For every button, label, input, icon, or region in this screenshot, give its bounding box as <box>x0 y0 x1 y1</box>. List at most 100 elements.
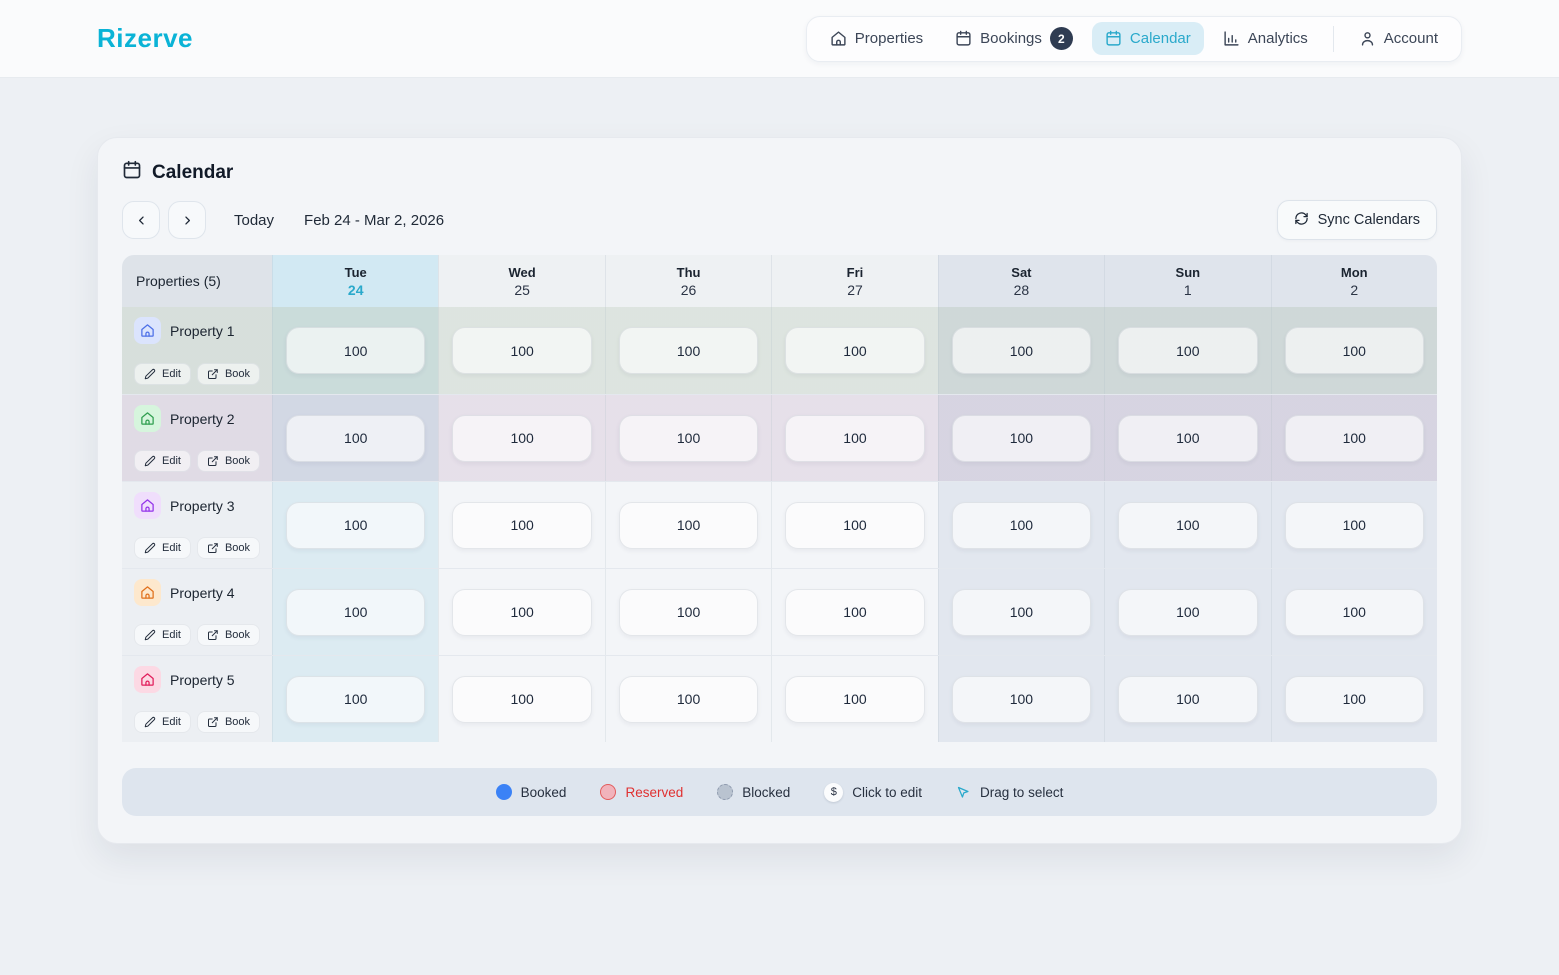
day-number: 1 <box>1184 282 1192 298</box>
day-name: Sat <box>1011 265 1031 280</box>
rate-value-chip[interactable]: 100 <box>952 415 1091 462</box>
calendar-table: Properties (5) Tue24Wed25Thu26Fri27Sat28… <box>122 255 1437 742</box>
legend-label: Click to edit <box>852 785 922 800</box>
property-cell: Property 1EditBook <box>122 307 272 394</box>
user-icon <box>1359 30 1376 47</box>
day-header-mon: Mon2 <box>1271 255 1437 307</box>
rate-value-chip[interactable]: 100 <box>1118 327 1257 374</box>
card-title-row: Calendar <box>122 160 1437 185</box>
rate-cell-property-3-wed: 100 <box>438 482 604 568</box>
edit-property-button[interactable]: Edit <box>134 363 191 385</box>
pencil-icon <box>144 455 156 467</box>
property-label-row: Property 2 <box>134 405 260 432</box>
rate-cell-property-3-sun: 100 <box>1104 482 1270 568</box>
property-label-row: Property 5 <box>134 666 260 693</box>
rate-value-chip[interactable]: 100 <box>286 502 425 549</box>
book-property-button[interactable]: Book <box>197 711 260 733</box>
rate-cell-property-1-fri: 100 <box>771 307 937 394</box>
rate-value-chip[interactable]: 100 <box>619 502 758 549</box>
next-week-button[interactable] <box>168 201 206 239</box>
nav-item-account[interactable]: Account <box>1346 22 1451 55</box>
book-button-label: Book <box>225 368 250 380</box>
rate-value-chip[interactable]: 100 <box>1285 676 1424 723</box>
rate-cell-property-2-mon: 100 <box>1271 395 1437 481</box>
rate-value-chip[interactable]: 100 <box>619 676 758 723</box>
rate-value-chip[interactable]: 100 <box>785 502 924 549</box>
property-cell: Property 4EditBook <box>122 569 272 655</box>
rate-value-chip[interactable]: 100 <box>952 589 1091 636</box>
rate-value-chip[interactable]: 100 <box>452 327 591 374</box>
rate-value-chip[interactable]: 100 <box>1118 415 1257 462</box>
rate-value-chip[interactable]: 100 <box>1285 327 1424 374</box>
nav-item-analytics[interactable]: Analytics <box>1210 22 1321 55</box>
main-nav: PropertiesBookings2CalendarAnalytics Acco… <box>806 16 1462 62</box>
rate-cell-property-3-thu: 100 <box>605 482 771 568</box>
day-number: 26 <box>681 282 697 298</box>
rate-value-chip[interactable]: 100 <box>286 676 425 723</box>
rate-value-chip[interactable]: 100 <box>785 415 924 462</box>
property-row-3: Property 3 Edit Book 100 100 100 100 100 100 100 <box>122 481 1437 568</box>
property-row-5: Property 5 Edit Book 100 100 100 100 100 100 100 <box>122 655 1437 742</box>
rate-value-chip[interactable]: 100 <box>452 502 591 549</box>
rate-value-chip[interactable]: 100 <box>286 327 425 374</box>
rate-cell-property-4-sat: 100 <box>938 569 1104 655</box>
property-row-1: Property 1EditBook100100100100100100100 <box>122 307 1437 394</box>
rate-cell-property-4-wed: 100 <box>438 569 604 655</box>
nav-item-bookings[interactable]: Bookings2 <box>942 19 1086 58</box>
property-cell: Property 2 Edit Book <box>122 395 272 481</box>
rate-value-chip[interactable]: 100 <box>1285 502 1424 549</box>
rate-value-chip[interactable]: 100 <box>1285 415 1424 462</box>
properties-column-header: Properties (5) <box>122 255 272 307</box>
rate-value-chip[interactable]: 100 <box>952 676 1091 723</box>
edit-property-button[interactable]: Edit <box>134 537 191 559</box>
date-range-label: Feb 24 - Mar 2, 2026 <box>304 212 444 229</box>
property-actions: Edit Book <box>134 537 260 559</box>
rate-value-chip[interactable]: 100 <box>619 327 758 374</box>
rate-value-chip[interactable]: 100 <box>286 589 425 636</box>
rate-value-chip[interactable]: 100 <box>1118 676 1257 723</box>
day-header-wed: Wed25 <box>438 255 604 307</box>
book-property-button[interactable]: Book <box>197 450 260 472</box>
day-number: 28 <box>1014 282 1030 298</box>
rate-value-chip[interactable]: 100 <box>1285 589 1424 636</box>
rate-value-chip[interactable]: 100 <box>952 327 1091 374</box>
rate-value-chip[interactable]: 100 <box>452 415 591 462</box>
rate-cell-property-5-sat: 100 <box>938 656 1104 742</box>
book-property-button[interactable]: Book <box>197 537 260 559</box>
sync-calendars-button[interactable]: Sync Calendars <box>1277 200 1437 240</box>
prev-week-button[interactable] <box>122 201 160 239</box>
rate-value-chip[interactable]: 100 <box>1118 502 1257 549</box>
rate-value-chip[interactable]: 100 <box>785 676 924 723</box>
edit-property-button[interactable]: Edit <box>134 450 191 472</box>
rate-value-chip[interactable]: 100 <box>785 589 924 636</box>
day-name: Mon <box>1341 265 1368 280</box>
edit-button-label: Edit <box>162 629 181 641</box>
nav-item-calendar[interactable]: Calendar <box>1092 22 1204 55</box>
day-header-thu: Thu26 <box>605 255 771 307</box>
rate-cell-property-4-thu: 100 <box>605 569 771 655</box>
calendar-card: Calendar Today Feb 24 - Mar 2, 2026 Sync… <box>97 137 1462 844</box>
rate-value-chip[interactable]: 100 <box>952 502 1091 549</box>
rate-value-chip[interactable]: 100 <box>619 415 758 462</box>
property-label-row: Property 3 <box>134 492 260 519</box>
book-button-label: Book <box>225 629 250 641</box>
rate-value-chip[interactable]: 100 <box>452 589 591 636</box>
day-number: 25 <box>514 282 530 298</box>
rate-value-chip[interactable]: 100 <box>785 327 924 374</box>
book-button-label: Book <box>225 455 250 467</box>
book-property-button[interactable]: Book <box>197 363 260 385</box>
edit-property-button[interactable]: Edit <box>134 624 191 646</box>
rate-value-chip[interactable]: 100 <box>286 415 425 462</box>
rate-value-chip[interactable]: 100 <box>1118 589 1257 636</box>
book-property-button[interactable]: Book <box>197 624 260 646</box>
edit-button-label: Edit <box>162 542 181 554</box>
today-button[interactable]: Today <box>234 212 274 229</box>
rate-value-chip[interactable]: 100 <box>452 676 591 723</box>
edit-property-button[interactable]: Edit <box>134 711 191 733</box>
external-link-icon <box>207 542 219 554</box>
nav-item-properties[interactable]: Properties <box>817 22 936 55</box>
rate-value-chip[interactable]: 100 <box>619 589 758 636</box>
rate-cell-property-3-mon: 100 <box>1271 482 1437 568</box>
property-row-2: Property 2 Edit Book 100 100 100 100 100 100 100 <box>122 394 1437 481</box>
day-name: Tue <box>345 265 367 280</box>
